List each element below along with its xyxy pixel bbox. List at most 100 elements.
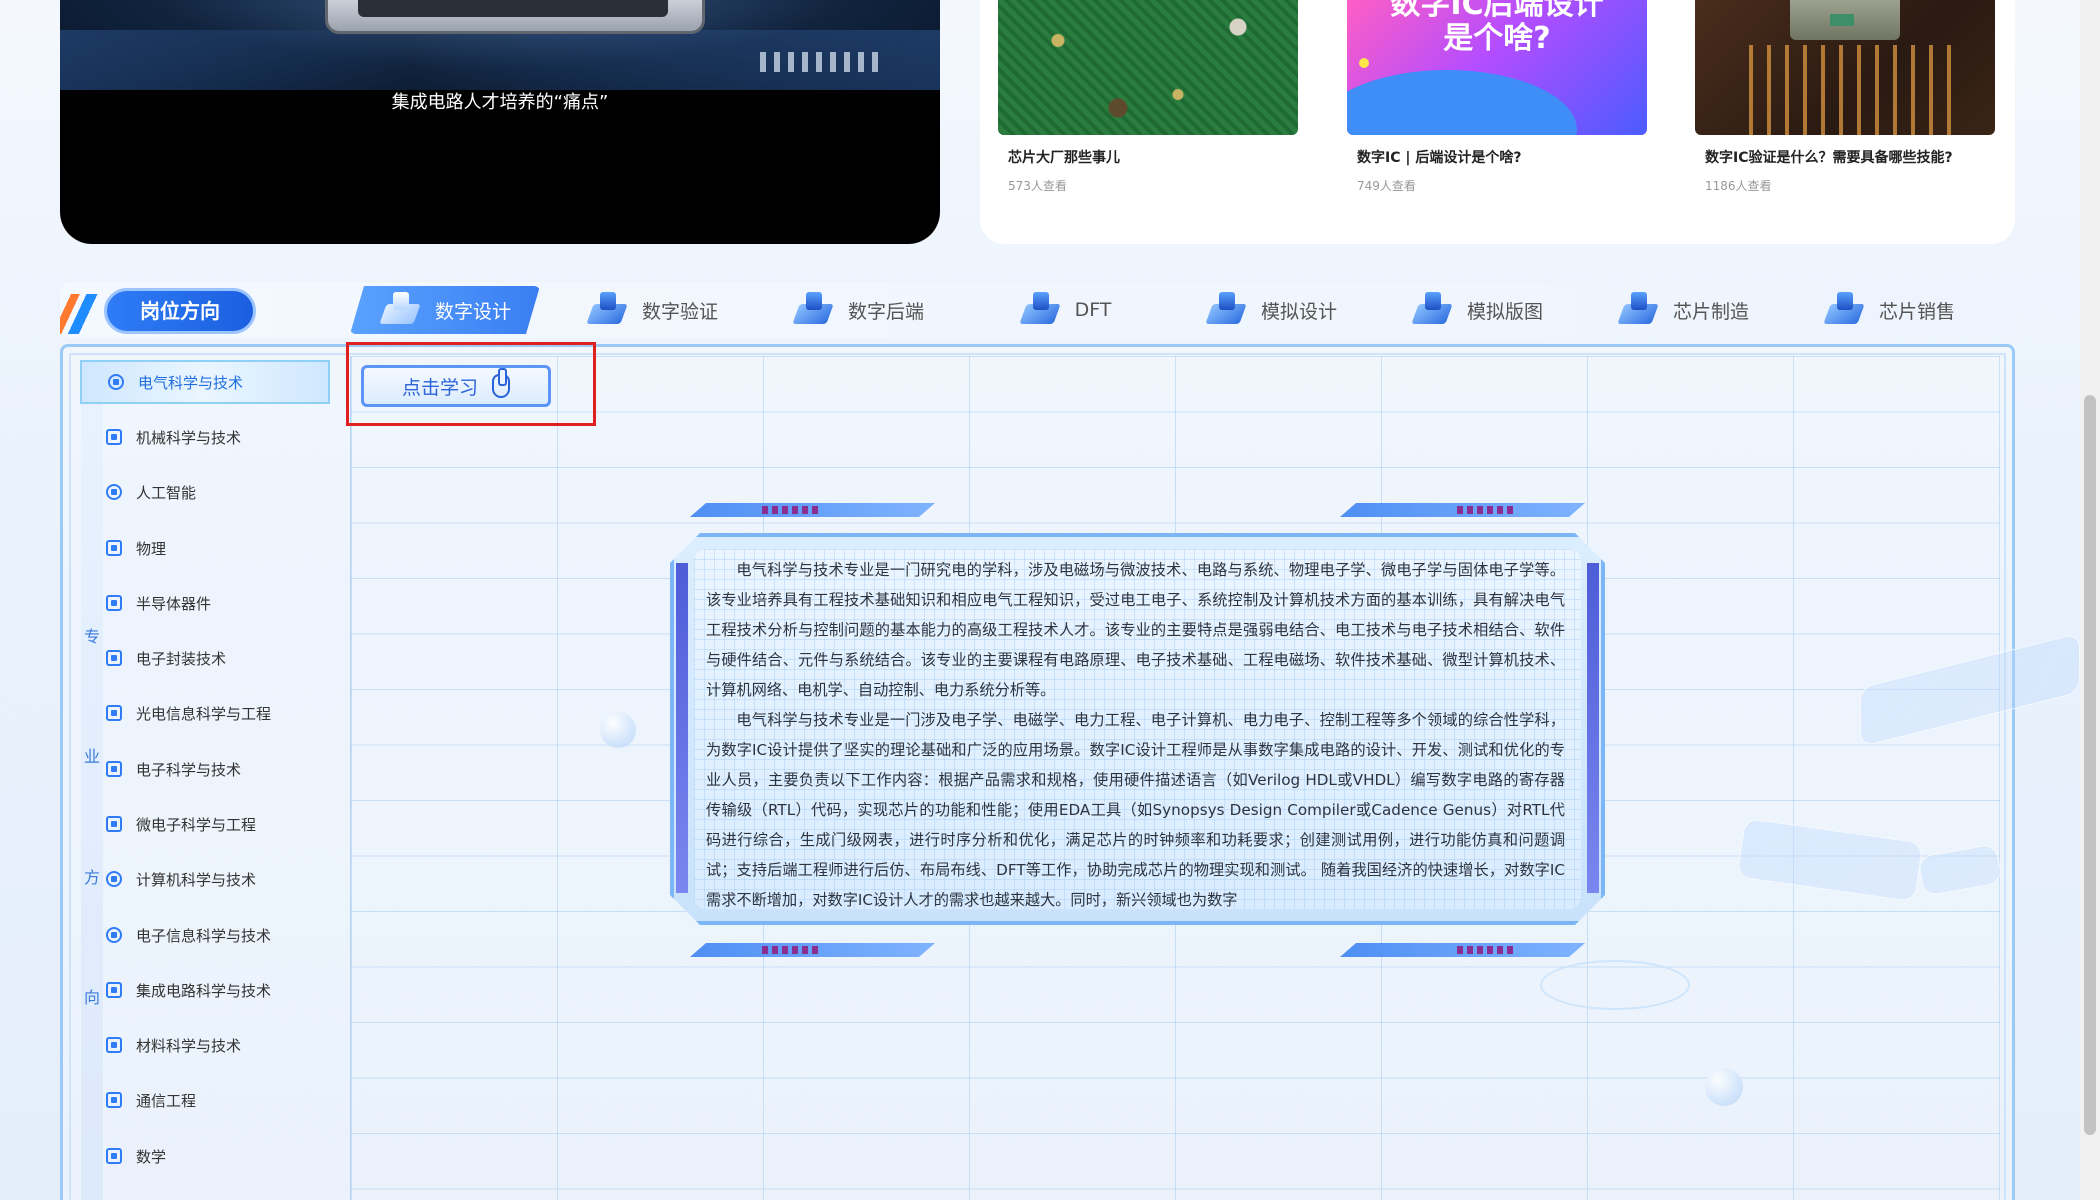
material-icon	[106, 1037, 122, 1053]
sidebar-item-label: 电子信息科学与技术	[136, 926, 272, 945]
article-thumbnail[interactable]: 数字IC后端设计 是个啥?	[1347, 0, 1647, 135]
article-card[interactable]: 数字IC后端设计 是个啥? 数字IC | 后端设计是个啥? 749人查看	[1347, 0, 1647, 194]
sidebar-item-materials[interactable]: 材料科学与技术	[80, 1023, 330, 1067]
video-card[interactable]: 集成电路人才培养的“痛点”	[60, 0, 940, 244]
sidebar-item-electronic-science[interactable]: 电子科学与技术	[80, 747, 330, 791]
tab-label: 芯片制造	[1672, 300, 1749, 323]
digital-verification-icon	[586, 290, 628, 330]
physics-icon	[106, 540, 122, 556]
digital-design-icon	[379, 290, 421, 330]
article-title[interactable]: 芯片大厂那些事儿	[998, 147, 1298, 167]
sidebar-item-mechanical[interactable]: 机械科学与技术	[80, 415, 330, 459]
tab-analog-layout[interactable]: 模拟版图	[1382, 286, 1572, 334]
tab-label: 数字设计	[434, 300, 511, 323]
tab-digital-design[interactable]: 数字设计	[350, 286, 540, 334]
analog-layout-icon	[1411, 290, 1453, 330]
learn-button[interactable]: 点击学习	[361, 365, 551, 407]
pins-decoration	[760, 52, 880, 72]
thumbnail-text: 数字IC后端设计 是个啥?	[1390, 0, 1604, 56]
article-thumbnail[interactable]	[998, 0, 1298, 135]
traces-shape	[1735, 45, 1955, 135]
dft-icon	[1019, 290, 1061, 330]
bubble-decoration	[1705, 1068, 1743, 1106]
pointer-hand-icon	[492, 368, 510, 398]
chip-die-shape	[1790, 0, 1900, 40]
direction-badge-label: 岗位方向	[104, 288, 256, 334]
article-views: 573人查看	[1008, 179, 1067, 193]
tab-label: 模拟版图	[1466, 300, 1543, 323]
article-title[interactable]: 数字IC验证是什么？需要具备哪些技能?	[1695, 147, 1995, 167]
tab-label: 模拟设计	[1260, 300, 1337, 323]
sidebar-item-optoelectronic[interactable]: 光电信息科学与工程	[80, 691, 330, 735]
tab-label: DFT	[1074, 299, 1112, 321]
sidebar-item-label: 计算机科学与技术	[136, 870, 257, 889]
panel-side	[1587, 563, 1599, 893]
sidebar-item-electrical[interactable]: 电气科学与技术	[80, 360, 330, 404]
sidebar-item-label: 通信工程	[136, 1091, 197, 1110]
article-thumbnail[interactable]	[1695, 0, 1995, 135]
tab-label: 数字后端	[847, 300, 924, 323]
tab-chip-sales[interactable]: 芯片销售	[1794, 286, 1984, 334]
article-views: 749人查看	[1357, 179, 1416, 193]
video-thumbnail[interactable]	[60, 0, 940, 90]
analog-design-icon	[1205, 290, 1247, 330]
bubble-decoration	[600, 712, 636, 748]
page-scrollbar[interactable]	[2080, 0, 2100, 1200]
sidebar-item-label: 电气科学与技术	[138, 373, 244, 392]
sidebar-item-math[interactable]: 数学	[80, 1134, 330, 1178]
article-card[interactable]: 数字IC验证是什么？需要具备哪些技能? 1186人查看	[1695, 0, 1995, 194]
sidebar-item-label: 机械科学与技术	[136, 428, 242, 447]
sidebar-item-ai[interactable]: 人工智能	[80, 470, 330, 514]
learn-button-highlight: 点击学习	[346, 342, 596, 426]
cube-icon	[106, 595, 122, 611]
sidebar-item-semiconductor[interactable]: 半导体器件	[80, 581, 330, 625]
article-card[interactable]: 芯片大厂那些事儿 573人查看	[998, 0, 1298, 194]
tab-analog-design[interactable]: 模拟设计	[1176, 286, 1366, 334]
gear-icon	[108, 374, 124, 390]
articles-panel: 芯片大厂那些事儿 573人查看 数字IC后端设计 是个啥? 数字IC | 后端设…	[980, 0, 2015, 244]
video-caption[interactable]: 集成电路人才培养的“痛点”	[60, 88, 940, 114]
calculator-icon	[106, 1148, 122, 1164]
scrollbar-thumb[interactable]	[2084, 395, 2096, 1135]
grid-icon	[106, 429, 122, 445]
monitor-icon	[106, 761, 122, 777]
ring-decoration	[1540, 960, 1690, 1010]
tab-dft[interactable]: DFT	[970, 286, 1160, 334]
panel-cap	[690, 503, 935, 517]
chip-icon	[106, 816, 122, 832]
tab-label: 芯片销售	[1878, 300, 1955, 323]
globe-icon	[106, 927, 122, 943]
lightning-icon	[106, 705, 122, 721]
dot-shape	[1359, 58, 1369, 68]
stripes-decoration	[60, 294, 110, 334]
digital-backend-icon	[792, 290, 834, 330]
sidebar-item-label: 半导体器件	[136, 594, 212, 613]
shield-icon	[106, 871, 122, 887]
wave-shape	[1347, 70, 1577, 135]
article-title[interactable]: 数字IC | 后端设计是个啥?	[1347, 147, 1647, 167]
direction-tab-bar: 岗位方向 数字设计 数字验证 数字后端 DFT 模拟设计 模拟版图 芯片制造 芯…	[60, 282, 2015, 338]
tab-digital-backend[interactable]: 数字后端	[763, 286, 953, 334]
sidebar-item-electronic-info[interactable]: 电子信息科学与技术	[80, 913, 330, 957]
sidebar-item-ic-science[interactable]: 集成电路科学与技术	[80, 968, 330, 1012]
sidebar-item-packaging[interactable]: 电子封装技术	[80, 636, 330, 680]
sidebar-item-label: 电子科学与技术	[136, 760, 242, 779]
tab-digital-verification[interactable]: 数字验证	[557, 286, 747, 334]
panel-cap	[1340, 943, 1585, 957]
panel-cap	[690, 943, 935, 957]
sidebar-item-label: 人工智能	[136, 483, 197, 502]
tab-chip-manufacturing[interactable]: 芯片制造	[1588, 286, 1778, 334]
panel-side	[676, 563, 688, 893]
sidebar-item-label: 电子封装技术	[136, 649, 227, 668]
description-paragraph: 电气科学与技术专业是一门涉及电子学、电磁学、电力工程、电子计算机、电力电子、控制…	[706, 711, 1565, 909]
description-text-area[interactable]: 电气科学与技术专业是一门研究电的学科，涉及电磁场与微波技术、电路与系统、物理电子…	[694, 549, 1581, 909]
direction-badge: 岗位方向	[60, 288, 256, 334]
sidebar-item-label: 集成电路科学与技术	[136, 981, 272, 1000]
sidebar-item-label: 数学	[136, 1147, 167, 1166]
sidebar-item-physics[interactable]: 物理	[80, 526, 330, 570]
description-paragraph: 电气科学与技术专业是一门研究电的学科，涉及电磁场与微波技术、电路与系统、物理电子…	[706, 561, 1565, 699]
apps-icon	[106, 982, 122, 998]
sidebar-item-computer-science[interactable]: 计算机科学与技术	[80, 857, 330, 901]
sidebar-item-microelectronics[interactable]: 微电子科学与工程	[80, 802, 330, 846]
sidebar-item-communication[interactable]: 通信工程	[80, 1078, 330, 1122]
